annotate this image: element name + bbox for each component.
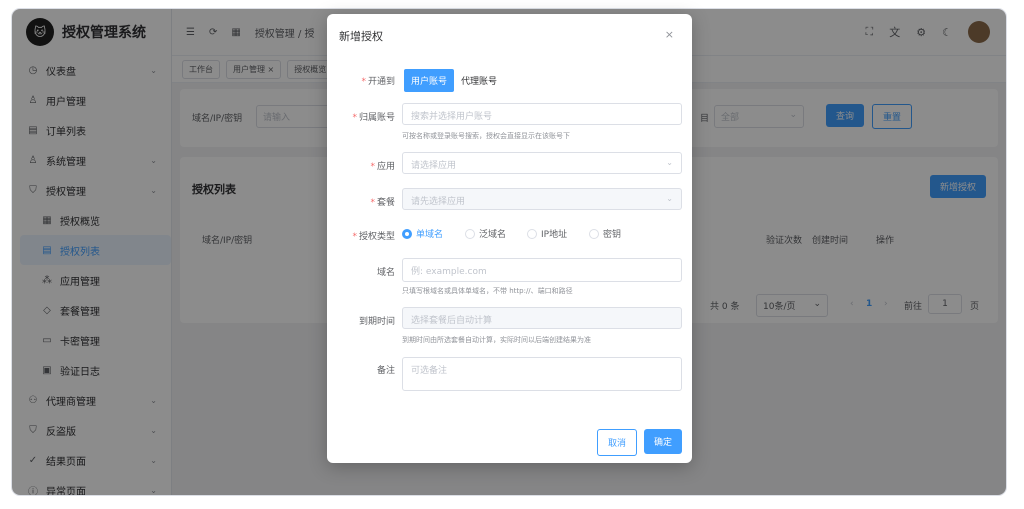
open-to-user-option[interactable]: 用户账号	[404, 69, 455, 92]
close-icon[interactable]: ×	[665, 28, 674, 41]
remark-textarea[interactable]: 可选备注	[402, 357, 682, 391]
domain-input[interactable]: 例: example.com	[402, 258, 682, 282]
expire-input: 选择套餐后自动计算	[402, 307, 682, 329]
expire-label: 到期时间	[358, 317, 395, 327]
chevron-down-icon: ⌄	[666, 194, 673, 203]
open-to-label: * 开通到	[361, 77, 395, 87]
type-radio-single[interactable]: 单域名	[402, 227, 443, 240]
domain-hint: 只填写根域名或具体单域名，不带 http://、端口和路径	[402, 287, 573, 295]
remark-label: 备注	[376, 366, 395, 376]
type-radio-wildcard[interactable]: 泛域名	[465, 227, 506, 240]
expire-hint: 到期时间由所选套餐自动计算，实际时间以后端创建结果为准	[402, 336, 591, 344]
confirm-button[interactable]: 确定	[644, 429, 683, 454]
owner-search-input[interactable]: 搜索并选择用户账号	[402, 103, 682, 125]
owner-label: * 归属账号	[352, 113, 395, 123]
domain-label: 域名	[376, 268, 395, 278]
plan-select[interactable]: 请先选择应用 ⌄	[402, 188, 682, 210]
open-to-agent-option[interactable]: 代理账号	[454, 69, 504, 92]
owner-hint: 可按名称或登录账号搜索，授权会直接显示在该账号下	[402, 132, 570, 140]
open-to-segment: 用户账号 代理账号	[404, 69, 504, 92]
type-label: * 授权类型	[352, 232, 395, 242]
dialog-title: 新增授权	[339, 30, 383, 43]
add-auth-dialog: 新增授权 × * 开通到 用户账号 代理账号 * 归属账号 搜索并选择用户账号 可按…	[327, 14, 692, 463]
chevron-down-icon: ⌄	[666, 158, 673, 167]
app-select[interactable]: 请选择应用 ⌄	[402, 152, 682, 174]
type-radio-ip[interactable]: IP地址	[527, 227, 567, 240]
type-radio-key[interactable]: 密钥	[589, 227, 621, 240]
plan-label: * 套餐	[370, 198, 395, 208]
cancel-button[interactable]: 取消	[597, 429, 638, 456]
app-label: * 应用	[370, 162, 395, 172]
